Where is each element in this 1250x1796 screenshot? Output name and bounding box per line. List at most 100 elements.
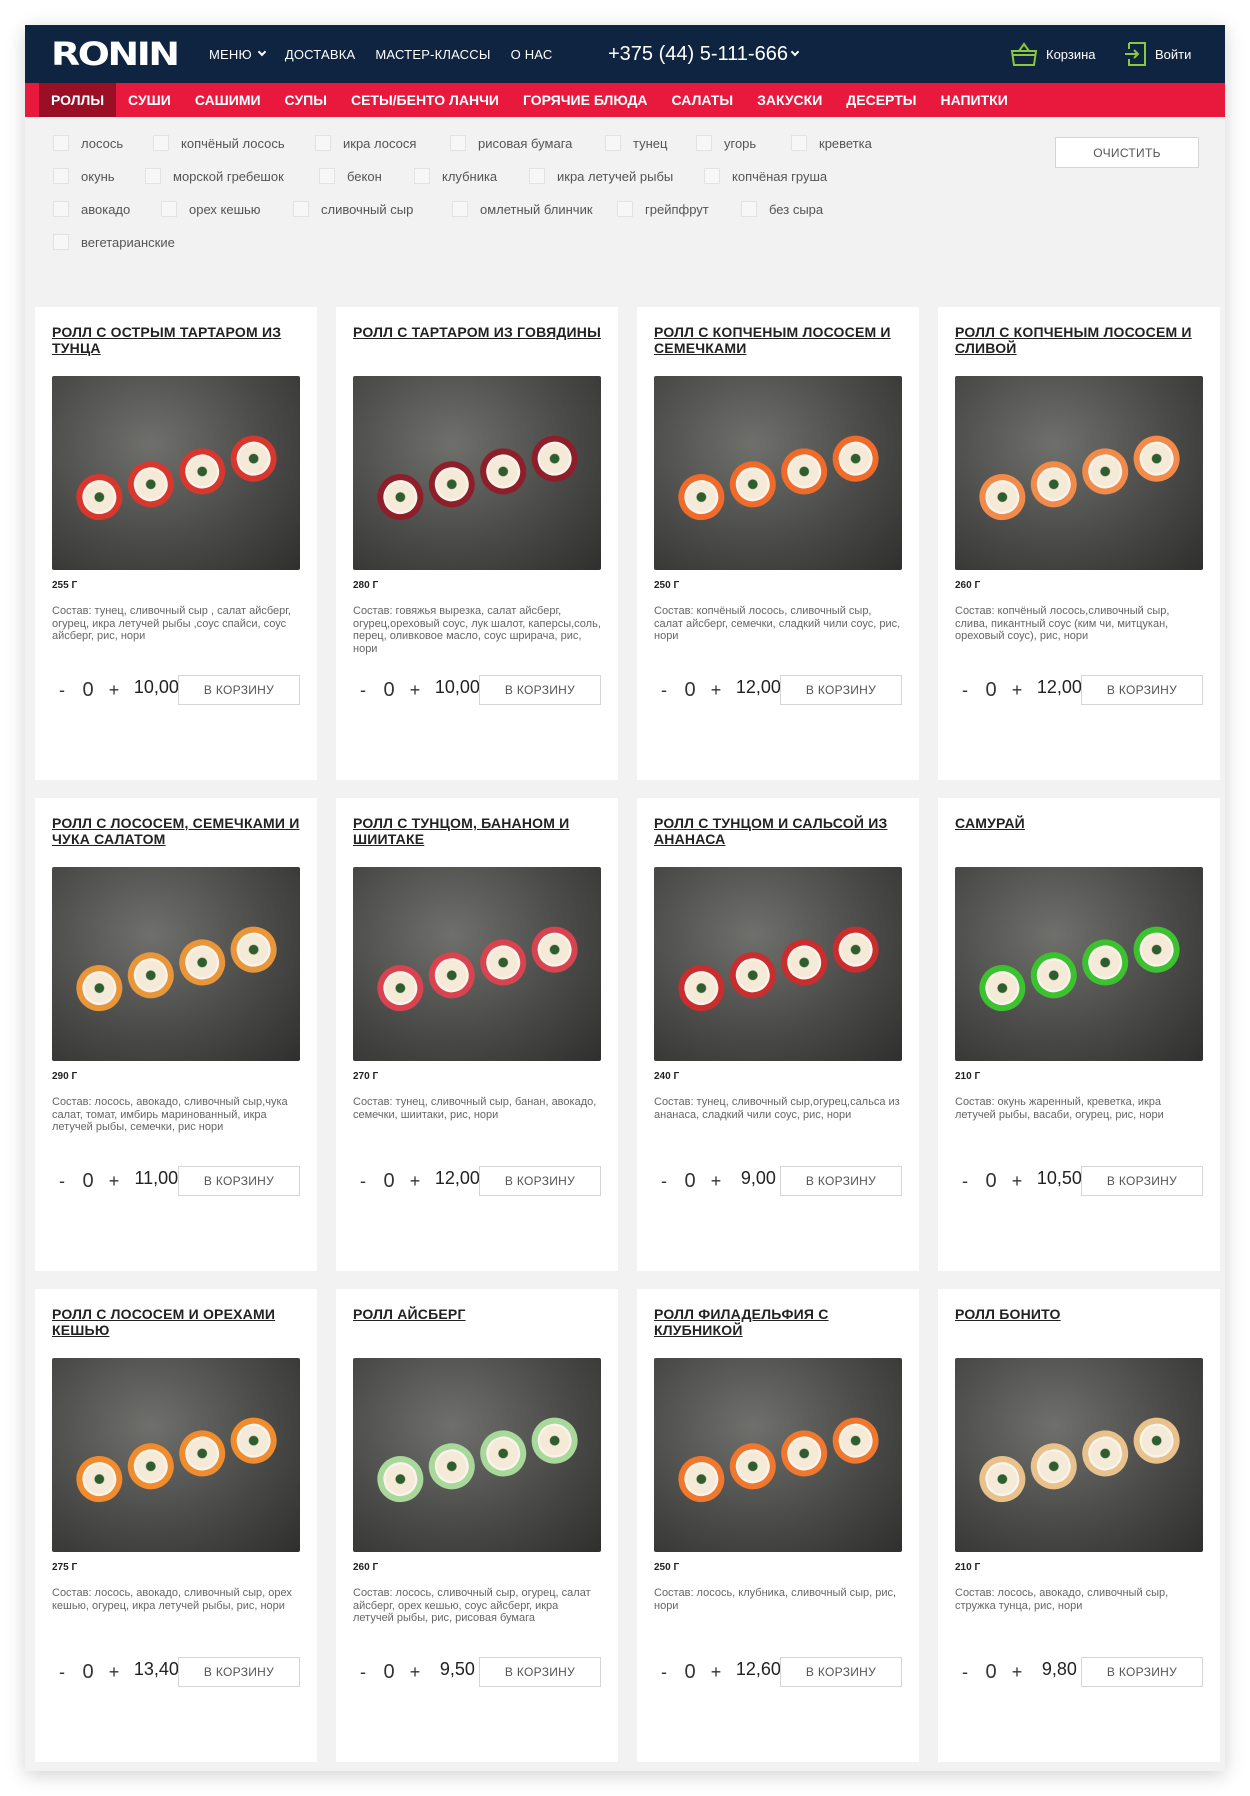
product-title[interactable]: РОЛЛ С КОПЧЕНЫМ ЛОСОСЕМ И СЛИВОЙ xyxy=(955,324,1203,376)
add-to-cart-button[interactable]: В КОРЗИНУ xyxy=(780,675,902,705)
add-to-cart-button[interactable]: В КОРЗИНУ xyxy=(178,1166,300,1196)
filter-option[interactable]: бекон xyxy=(319,168,382,184)
category-tab[interactable]: ГОРЯЧИЕ БЛЮДА xyxy=(511,83,660,117)
increment-button[interactable]: + xyxy=(706,1171,726,1192)
decrement-button[interactable]: - xyxy=(52,680,72,701)
cart-link[interactable]: Корзина xyxy=(1010,25,1096,83)
clear-filters-button[interactable]: ОЧИСТИТЬ xyxy=(1055,137,1199,168)
increment-button[interactable]: + xyxy=(104,1662,124,1683)
product-title[interactable]: РОЛЛ АЙСБЕРГ xyxy=(353,1306,601,1358)
increment-button[interactable]: + xyxy=(405,680,425,701)
filter-option[interactable]: рисовая бумага xyxy=(450,135,572,151)
decrement-button[interactable]: - xyxy=(654,1662,674,1683)
filter-option[interactable]: копчёная груша xyxy=(704,168,827,184)
product-image[interactable] xyxy=(955,867,1203,1061)
category-tab[interactable]: СЕТЫ/БЕНТО ЛАНЧИ xyxy=(339,83,511,117)
category-tab[interactable]: ДЕСЕРТЫ xyxy=(834,83,928,117)
filter-option[interactable]: без сыра xyxy=(741,201,823,217)
decrement-button[interactable]: - xyxy=(955,1171,975,1192)
decrement-button[interactable]: - xyxy=(654,1171,674,1192)
filter-checkbox[interactable] xyxy=(605,135,621,151)
filter-option[interactable]: копчёный лосось xyxy=(153,135,285,151)
filter-checkbox[interactable] xyxy=(414,168,430,184)
add-to-cart-button[interactable]: В КОРЗИНУ xyxy=(178,675,300,705)
decrement-button[interactable]: - xyxy=(353,1171,373,1192)
category-tab[interactable]: САШИМИ xyxy=(183,83,273,117)
product-image[interactable] xyxy=(52,1358,300,1552)
category-tab[interactable]: РОЛЛЫ xyxy=(39,83,117,117)
add-to-cart-button[interactable]: В КОРЗИНУ xyxy=(1081,675,1203,705)
add-to-cart-button[interactable]: В КОРЗИНУ xyxy=(780,1166,902,1196)
category-tab[interactable]: НАПИТКИ xyxy=(928,83,1019,117)
decrement-button[interactable]: - xyxy=(955,1662,975,1683)
increment-button[interactable]: + xyxy=(1007,1662,1027,1683)
filter-option[interactable]: орех кешью xyxy=(161,201,261,217)
filter-option[interactable]: сливочный сыр xyxy=(293,201,413,217)
filter-checkbox[interactable] xyxy=(704,168,720,184)
filter-checkbox[interactable] xyxy=(145,168,161,184)
filter-checkbox[interactable] xyxy=(529,168,545,184)
nav-delivery[interactable]: ДОСТАВКА xyxy=(285,47,356,62)
product-title[interactable]: РОЛЛ С ТУНЦОМ, БАНАНОМ И ШИИТАКЕ xyxy=(353,815,601,867)
filter-option[interactable]: креветка xyxy=(791,135,872,151)
product-image[interactable] xyxy=(654,1358,902,1552)
product-image[interactable] xyxy=(52,867,300,1061)
add-to-cart-button[interactable]: В КОРЗИНУ xyxy=(479,1657,601,1687)
decrement-button[interactable]: - xyxy=(353,1662,373,1683)
filter-option[interactable]: грейпфрут xyxy=(617,201,709,217)
filter-checkbox[interactable] xyxy=(53,135,69,151)
increment-button[interactable]: + xyxy=(104,680,124,701)
product-title[interactable]: РОЛЛ С КОПЧЕНЫМ ЛОСОСЕМ И СЕМЕЧКАМИ xyxy=(654,324,902,376)
nav-master-classes[interactable]: МАСТЕР-КЛАССЫ xyxy=(375,47,490,62)
category-tab[interactable]: СУПЫ xyxy=(273,83,339,117)
product-title[interactable]: РОЛЛ С ЛОСОСЕМ, СЕМЕЧКАМИ И ЧУКА САЛАТОМ xyxy=(52,815,300,867)
filter-option[interactable]: икра лосося xyxy=(315,135,416,151)
product-title[interactable]: РОЛЛ С ТАРТАРОМ ИЗ ГОВЯДИНЫ xyxy=(353,324,601,376)
product-title[interactable]: САМУРАЙ xyxy=(955,815,1203,867)
filter-checkbox[interactable] xyxy=(153,135,169,151)
decrement-button[interactable]: - xyxy=(52,1662,72,1683)
filter-option[interactable]: тунец xyxy=(605,135,667,151)
filter-checkbox[interactable] xyxy=(741,201,757,217)
filter-option[interactable]: омлетный блинчик xyxy=(452,201,593,217)
product-image[interactable] xyxy=(955,376,1203,570)
decrement-button[interactable]: - xyxy=(955,680,975,701)
filter-checkbox[interactable] xyxy=(161,201,177,217)
category-tab[interactable]: СУШИ xyxy=(116,83,183,117)
filter-checkbox[interactable] xyxy=(791,135,807,151)
product-image[interactable] xyxy=(955,1358,1203,1552)
product-image[interactable] xyxy=(353,1358,601,1552)
product-image[interactable] xyxy=(353,867,601,1061)
filter-checkbox[interactable] xyxy=(53,201,69,217)
category-tab[interactable]: ЗАКУСКИ xyxy=(745,83,834,117)
filter-checkbox[interactable] xyxy=(53,234,69,250)
product-title[interactable]: РОЛЛ С ОСТРЫМ ТАРТАРОМ ИЗ ТУНЦА xyxy=(52,324,300,376)
add-to-cart-button[interactable]: В КОРЗИНУ xyxy=(1081,1657,1203,1687)
category-tab[interactable]: САЛАТЫ xyxy=(660,83,746,117)
decrement-button[interactable]: - xyxy=(52,1171,72,1192)
product-title[interactable]: РОЛЛ ФИЛАДЕЛЬФИЯ С КЛУБНИКОЙ xyxy=(654,1306,902,1358)
filter-checkbox[interactable] xyxy=(696,135,712,151)
increment-button[interactable]: + xyxy=(706,680,726,701)
filter-option[interactable]: вегетарианские xyxy=(53,234,175,250)
filter-option[interactable]: угорь xyxy=(696,135,756,151)
filter-option[interactable]: икра летучей рыбы xyxy=(529,168,673,184)
product-image[interactable] xyxy=(52,376,300,570)
filter-checkbox[interactable] xyxy=(617,201,633,217)
nav-menu[interactable]: МЕНЮ xyxy=(209,47,267,62)
phone-dropdown[interactable]: +375 (44) 5-111-666 xyxy=(608,25,800,83)
login-link[interactable]: Войти xyxy=(1125,25,1191,83)
filter-option[interactable]: окунь xyxy=(53,168,115,184)
increment-button[interactable]: + xyxy=(706,1662,726,1683)
increment-button[interactable]: + xyxy=(104,1171,124,1192)
product-title[interactable]: РОЛЛ С ЛОСОСЕМ И ОРЕХАМИ КЕШЬЮ xyxy=(52,1306,300,1358)
nav-about[interactable]: О НАС xyxy=(511,47,553,62)
decrement-button[interactable]: - xyxy=(353,680,373,701)
filter-checkbox[interactable] xyxy=(315,135,331,151)
decrement-button[interactable]: - xyxy=(654,680,674,701)
add-to-cart-button[interactable]: В КОРЗИНУ xyxy=(479,675,601,705)
filter-option[interactable]: морской гребешок xyxy=(145,168,284,184)
product-image[interactable] xyxy=(353,376,601,570)
increment-button[interactable]: + xyxy=(405,1662,425,1683)
logo[interactable]: RONIN xyxy=(51,35,180,73)
